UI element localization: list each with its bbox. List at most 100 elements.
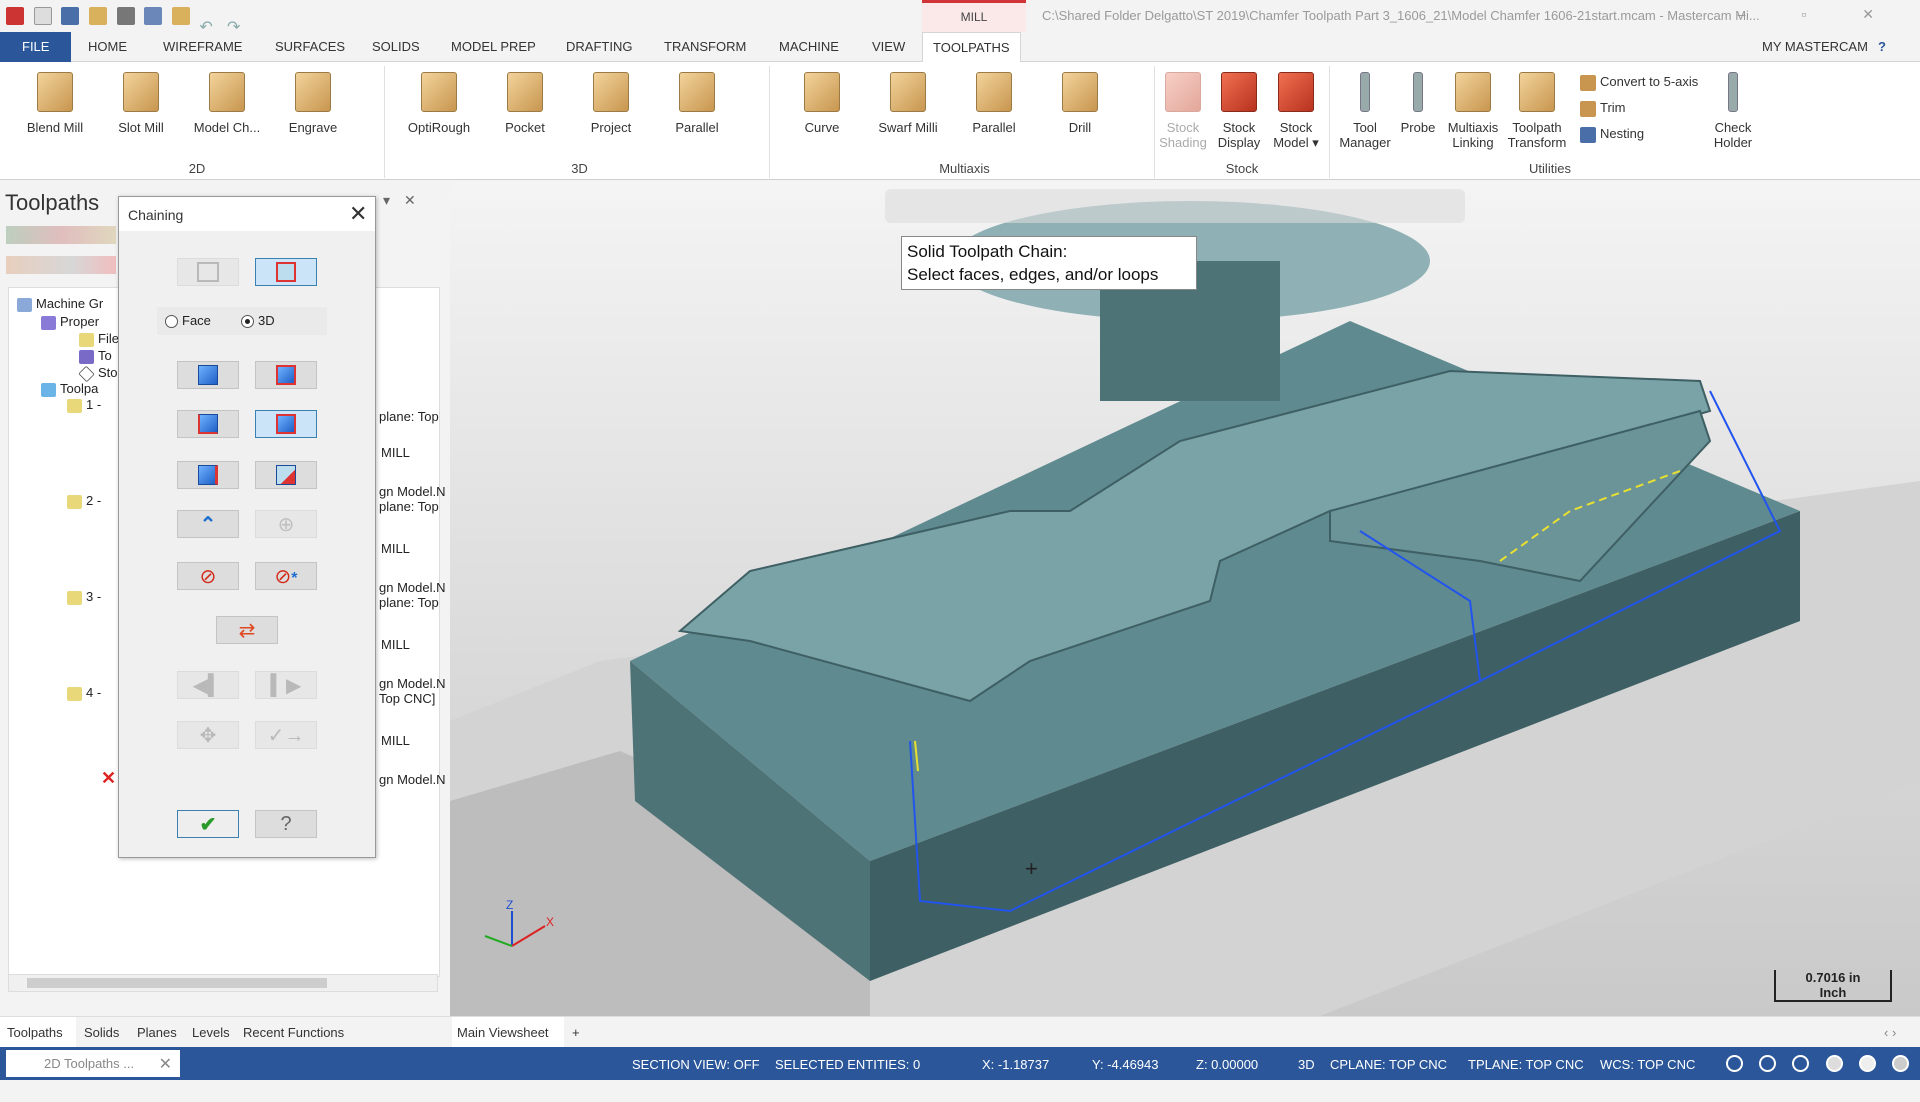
- next-button[interactable]: ▍▶: [255, 671, 317, 699]
- tree-item[interactable]: 3 -: [67, 589, 101, 605]
- toolpath-toolbar-2[interactable]: [6, 256, 116, 274]
- tab-solids[interactable]: SOLIDS: [362, 32, 430, 62]
- tab-planes-panel[interactable]: Planes: [137, 1025, 177, 1040]
- wcs-status[interactable]: WCS: TOP CNC: [1600, 1057, 1695, 1072]
- shading-sphere-icon[interactable]: [1859, 1055, 1876, 1072]
- wireframe-mode-button[interactable]: [177, 258, 239, 286]
- slot-mill-button[interactable]: Slot Mill: [102, 72, 180, 135]
- tab-solids-panel[interactable]: Solids: [84, 1025, 119, 1040]
- tab-surfaces[interactable]: SURFACES: [265, 32, 355, 62]
- tab-toolpaths-panel[interactable]: Toolpaths: [7, 1025, 63, 1040]
- add-viewsheet-button[interactable]: +: [572, 1025, 580, 1040]
- select-edge-button[interactable]: [177, 410, 239, 438]
- curve-button[interactable]: Curve: [783, 72, 861, 135]
- stock-shading-button[interactable]: Stock Shading: [1155, 72, 1211, 150]
- tab-toolpaths[interactable]: TOOLPATHS: [922, 32, 1021, 63]
- drill-button[interactable]: Drill: [1041, 72, 1119, 135]
- select-partial-loop-button[interactable]: [177, 461, 239, 489]
- save-icon[interactable]: [61, 7, 80, 25]
- model-chamfer-button[interactable]: Model Ch...: [188, 72, 266, 135]
- globe-icon[interactable]: [1759, 1055, 1776, 1072]
- pocket-button[interactable]: Pocket: [486, 72, 564, 135]
- globe-icon[interactable]: [1726, 1055, 1743, 1072]
- convert-5axis-button[interactable]: Convert to 5-axis: [1580, 74, 1698, 91]
- tree-item[interactable]: 1 -: [67, 397, 101, 413]
- tree-item[interactable]: Sto: [78, 365, 118, 382]
- window-controls[interactable]: – ▫ ✕: [1738, 6, 1900, 23]
- select-solid-button[interactable]: [177, 361, 239, 389]
- merge-icon[interactable]: [171, 7, 190, 25]
- tab-view[interactable]: VIEW: [862, 32, 915, 62]
- select-face-button[interactable]: [255, 361, 317, 389]
- section-view-status[interactable]: SECTION VIEW: OFF: [632, 1057, 760, 1072]
- end-button[interactable]: ✓→: [255, 721, 317, 749]
- panel-controls[interactable]: ▾✕: [383, 192, 430, 209]
- probe-button[interactable]: Probe: [1394, 72, 1442, 135]
- tool-manager-button[interactable]: Tool Manager: [1332, 72, 1398, 150]
- multiaxis-linking-button[interactable]: Multiaxis Linking: [1442, 72, 1504, 150]
- previous-button[interactable]: ◀▍: [177, 671, 239, 699]
- autocursor-toolbar[interactable]: [885, 189, 1465, 223]
- tab-recent-functions[interactable]: Recent Functions: [243, 1025, 344, 1040]
- tab-drafting[interactable]: DRAFTING: [556, 32, 642, 62]
- engrave-button[interactable]: Engrave: [274, 72, 352, 135]
- tab-model-prep[interactable]: MODEL PREP: [441, 32, 546, 62]
- tree-item[interactable]: 2 -: [67, 493, 101, 509]
- scrollbar-thumb[interactable]: [27, 978, 327, 988]
- project-button[interactable]: Project: [572, 72, 650, 135]
- add-button[interactable]: ⊕: [255, 510, 317, 538]
- my-mastercam[interactable]: MY MASTERCAM: [1752, 32, 1878, 62]
- tab-home[interactable]: HOME: [78, 32, 137, 62]
- tree-item[interactable]: Toolpa: [41, 381, 98, 397]
- stock-display-button[interactable]: Stock Display: [1211, 72, 1267, 150]
- task-tab[interactable]: 2D Toolpaths ... ✕: [6, 1050, 180, 1077]
- tree-item[interactable]: Proper: [41, 314, 99, 330]
- tree-item[interactable]: 4 -: [67, 685, 101, 701]
- parallel-multiaxis-button[interactable]: Parallel: [955, 72, 1033, 135]
- select-loop-button[interactable]: [255, 410, 317, 438]
- viewsheet-scroll-arrows[interactable]: ‹ ›: [1884, 1025, 1896, 1040]
- unselect-button[interactable]: ⊘: [177, 562, 239, 590]
- print-icon[interactable]: [116, 7, 135, 25]
- check-holder-button[interactable]: Check Holder: [1702, 72, 1764, 150]
- select-feature-button[interactable]: [255, 461, 317, 489]
- globe-icon[interactable]: [1792, 1055, 1809, 1072]
- horizontal-scrollbar[interactable]: [8, 974, 438, 992]
- parallel-3d-button[interactable]: Parallel: [658, 72, 736, 135]
- stock-model-button[interactable]: Stock Model ▾: [1267, 72, 1325, 150]
- main-viewsheet-tab[interactable]: Main Viewsheet: [457, 1025, 549, 1040]
- options-button[interactable]: ✥: [177, 721, 239, 749]
- trim-button[interactable]: Trim: [1580, 100, 1626, 117]
- toolpath-transform-button[interactable]: Toolpath Transform: [1504, 72, 1570, 150]
- tree-item[interactable]: File: [79, 331, 119, 347]
- ok-button[interactable]: ✔: [177, 810, 239, 838]
- shading-sphere-icon[interactable]: [1892, 1055, 1909, 1072]
- tab-levels-panel[interactable]: Levels: [192, 1025, 230, 1040]
- help-icon[interactable]: ?: [1868, 32, 1896, 62]
- swarf-milling-button[interactable]: Swarf Milli: [869, 72, 947, 135]
- radio-3d[interactable]: 3D: [241, 313, 275, 329]
- close-icon[interactable]: ✕: [159, 1054, 172, 1074]
- tab-file[interactable]: FILE: [0, 32, 72, 62]
- blend-mill-button[interactable]: Blend Mill: [16, 72, 94, 135]
- help-button[interactable]: ?: [255, 810, 317, 838]
- shading-sphere-icon[interactable]: [1826, 1055, 1843, 1072]
- tab-wireframe[interactable]: WIREFRAME: [153, 32, 252, 62]
- solid-mode-button[interactable]: [255, 258, 317, 286]
- cplane-status[interactable]: CPLANE: TOP CNC: [1330, 1057, 1447, 1072]
- unselect-all-button[interactable]: ⊘*: [255, 562, 317, 590]
- radio-face[interactable]: Face: [165, 313, 211, 329]
- reverse-button[interactable]: ⇄: [216, 616, 278, 644]
- open-icon[interactable]: [88, 7, 107, 25]
- optirough-button[interactable]: OptiRough: [400, 72, 478, 135]
- graphics-viewport[interactable]: Z X +: [450, 181, 1920, 1016]
- toolpath-toolbar[interactable]: [6, 226, 116, 244]
- tplane-status[interactable]: TPLANE: TOP CNC: [1468, 1057, 1584, 1072]
- save-as-icon[interactable]: [144, 7, 163, 25]
- tab-transform[interactable]: TRANSFORM: [654, 32, 756, 62]
- last-button[interactable]: ⌃: [177, 510, 239, 538]
- tab-machine[interactable]: MACHINE: [769, 32, 849, 62]
- tree-item[interactable]: Machine Gr: [17, 296, 103, 312]
- mode-3d[interactable]: 3D: [1298, 1057, 1315, 1072]
- close-icon[interactable]: ✕: [349, 201, 367, 227]
